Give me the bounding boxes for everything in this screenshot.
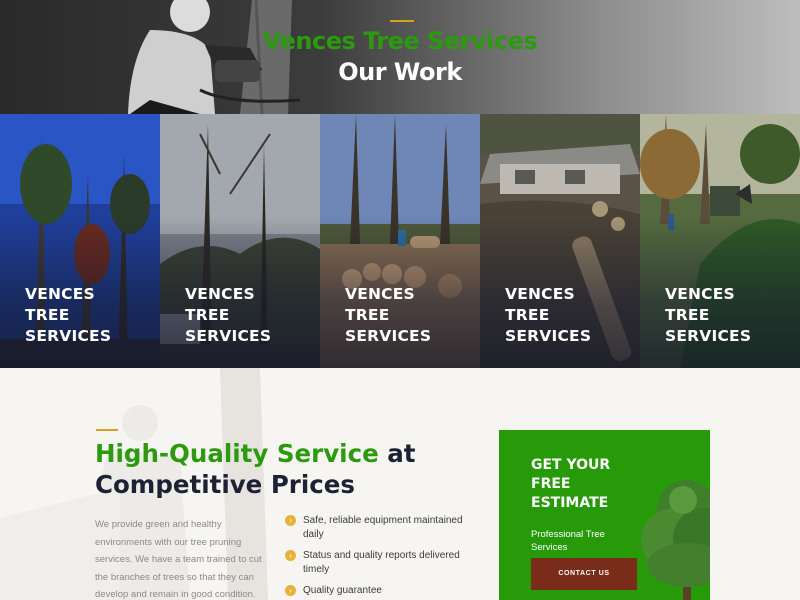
gallery-tile-4[interactable]: VENCES TREE SERVICES <box>480 114 640 368</box>
estimate-card: GET YOUR FREE ESTIMATE Professional Tree… <box>499 430 710 600</box>
quality-headline: High-Quality Service at Competitive Price… <box>95 438 455 500</box>
gallery-caption: VENCES TREE SERVICES <box>505 285 592 345</box>
section-accent-line <box>96 429 118 431</box>
gallery-caption: VENCES TREE SERVICES <box>25 285 112 345</box>
hero-photo <box>0 0 800 114</box>
feature-item: › Safe, reliable equipment maintained dai… <box>285 514 465 542</box>
arrow-right-circle-icon: › <box>285 550 296 561</box>
feature-item: › Status and quality reports delivered ti… <box>285 549 465 577</box>
headline-text-line2: Competitive Prices <box>95 470 355 499</box>
gallery-caption: VENCES TREE SERVICES <box>345 285 432 345</box>
hero-accent-line <box>390 20 414 22</box>
estimate-title: GET YOUR FREE ESTIMATE <box>531 457 611 511</box>
arrow-right-circle-icon: › <box>285 515 296 526</box>
estimate-subtitle: Professional Tree Services <box>531 529 605 553</box>
gallery-tile-5[interactable]: VENCES TREE SERVICES <box>640 114 800 368</box>
gallery-caption: VENCES TREE SERVICES <box>185 285 272 345</box>
feature-list: › Safe, reliable equipment maintained dai… <box>285 514 465 600</box>
headline-green-text: High-Quality Service <box>95 439 379 468</box>
hero-brand-name: Vences Tree Services <box>262 27 538 55</box>
hero-title: Our Work <box>338 58 462 86</box>
arrow-right-circle-icon: › <box>285 585 296 596</box>
feature-item: › Quality guarantee <box>285 584 465 598</box>
gallery-caption: VENCES TREE SERVICES <box>665 285 752 345</box>
work-gallery: VENCES TREE SERVICES VENCES TREE SERVICE… <box>0 114 800 368</box>
headline-text: at <box>378 439 416 468</box>
tree-illustration <box>641 480 710 600</box>
gallery-tile-1[interactable]: VENCES TREE SERVICES <box>0 114 160 368</box>
quality-description: We provide green and healthy environment… <box>95 519 262 600</box>
gallery-tile-2[interactable]: VENCES TREE SERVICES <box>160 114 320 368</box>
quality-section: High-Quality Service at Competitive Price… <box>0 368 800 600</box>
contact-us-button[interactable]: CONTACT US <box>531 558 637 590</box>
gallery-tile-3[interactable]: VENCES TREE SERVICES <box>320 114 480 368</box>
hero-banner: Vences Tree Services Our Work <box>0 0 800 114</box>
